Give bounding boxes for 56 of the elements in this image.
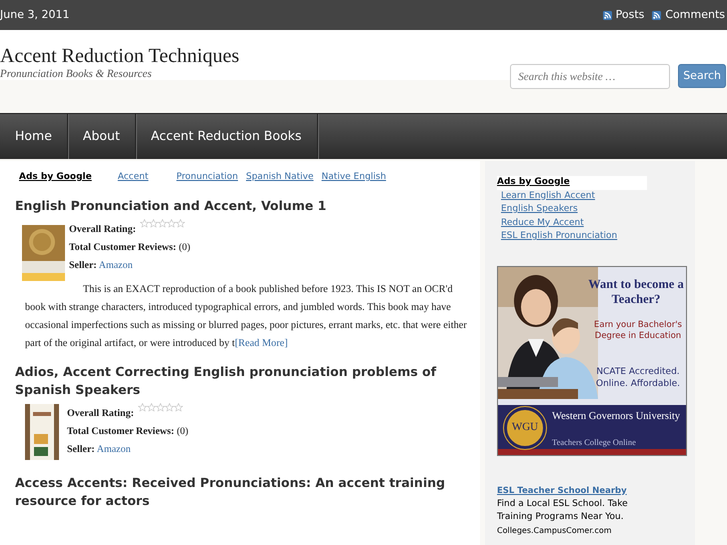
ad-link[interactable]: Native English (322, 171, 386, 184)
site-tagline: Pronunciation Books & Resources (0, 67, 153, 82)
rating-label: Overall Rating: (69, 222, 136, 236)
star-icon (176, 218, 185, 228)
seller-label: Seller: (69, 260, 97, 270)
book-description: This is an EXACT reproduction of a book published before 1923. This IS NOT an OCR'd book with strange characters, introduced typographical errors, and jumbled words. This book may have occasional imperfections such as missing or blurred pages, poor pictures, errant marks, etc. that were either part of the original artifact, or were introduced by t[Read More] (25, 282, 468, 350)
nav-link[interactable]: Home (0, 114, 68, 159)
ad-link[interactable]: ESL English Pronunciation (501, 230, 685, 244)
nav-link[interactable]: About (68, 114, 136, 159)
ad-link[interactable]: Pronunciation (176, 171, 238, 184)
ad-link[interactable]: English Speakers (501, 203, 685, 216)
reviews-label: Total Customer Reviews: (69, 242, 176, 252)
read-more-link[interactable]: [Read More] (234, 338, 288, 348)
ad-title-link[interactable]: ESL Teacher School Nearby (497, 486, 627, 496)
seller-link[interactable]: Amazon (98, 260, 133, 270)
review-count: (0) (178, 242, 190, 252)
ads-label[interactable]: Ads by Google (497, 176, 647, 190)
college-name: Teachers College Online (552, 436, 636, 448)
star-icon (138, 402, 147, 412)
star-icon (148, 218, 158, 228)
star-icon (156, 402, 165, 412)
review-count: (0) (176, 426, 188, 436)
feed-link[interactable]: Comments (652, 6, 725, 24)
reviews-label: Total Customer Reviews: (67, 426, 174, 436)
book-title[interactable]: Adios, Accent Correcting English pronunciation problems of Spanish Speakers (15, 362, 455, 398)
ad-description: Find a Local ESL School. Take Training Programs Near You. (497, 498, 629, 524)
ad-banner[interactable]: Want to become a Teacher? Earn your Bachelor's Degree in Education NCATE Accredited. Online. Affordable. WGU Western Governors University Teachers College Online (497, 266, 687, 456)
seller-label: Seller: (67, 444, 95, 454)
ad-link[interactable]: Spanish Native (246, 171, 314, 184)
star-icon (140, 218, 149, 228)
star-icon (146, 402, 156, 412)
book-title[interactable]: Access Accents: Received Pronunciations: An accent training resource for actors (15, 474, 455, 510)
book-title[interactable]: English Pronunciation and Accent, Volume 1 (15, 196, 455, 214)
ad-text: NCATE Accredited. Online. Affordable. (595, 366, 681, 390)
search-field[interactable]: Search this website … (510, 64, 670, 89)
ad-link[interactable]: Reduce My Accent (501, 216, 685, 230)
rss-icon (602, 10, 612, 20)
nav-link[interactable]: Accent Reduction Books (136, 114, 318, 159)
ad-url: Colleges.CampusComer.com (497, 524, 613, 536)
star-icon (164, 402, 174, 412)
search-button[interactable]: Search (678, 64, 726, 88)
star-icon (166, 218, 176, 228)
star-icon (174, 402, 183, 412)
seller-link[interactable]: Amazon (96, 444, 131, 454)
feed-link[interactable]: Posts (602, 6, 644, 24)
site-title[interactable]: Accent Reduction Techniques (0, 30, 240, 66)
ads-label[interactable]: Ads by Google (19, 171, 92, 184)
rss-icon (652, 10, 662, 20)
university-logo: WGU (504, 406, 546, 448)
rating-label: Overall Rating: (67, 406, 134, 420)
ad-link[interactable]: Learn English Accent (501, 190, 685, 203)
university-name: Western Governors University (552, 410, 682, 422)
ad-link[interactable]: Accent (118, 171, 148, 184)
ad-headline: Want to become a Teacher? (587, 276, 685, 306)
ad-text: Earn your Bachelor's Degree in Education (593, 320, 683, 342)
star-icon (158, 218, 167, 228)
